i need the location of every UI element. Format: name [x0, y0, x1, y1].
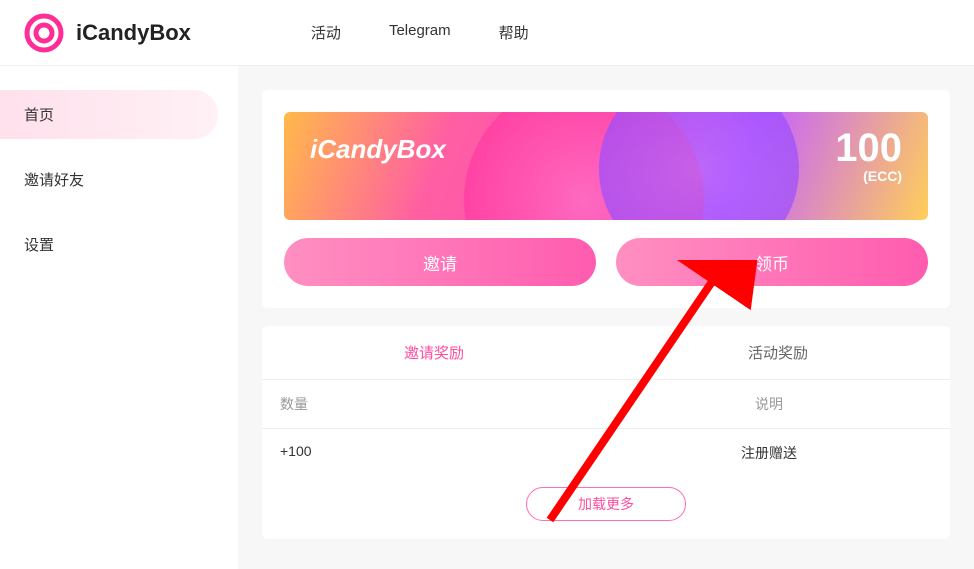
sidebar-item-label: 设置: [24, 237, 54, 254]
rewards-card: 邀请奖励 活动奖励 数量 说明 +100 注册赠送 加载更多: [262, 326, 950, 539]
sidebar-item-label: 邀请好友: [24, 172, 84, 189]
sidebar-item-settings[interactable]: 设置: [0, 220, 238, 269]
balance-card: iCandyBox 100 (ECC) 邀请 领币: [262, 90, 950, 308]
main-layout: 首页 邀请好友 设置 iCandyBox 100 (ECC) 邀请 领币: [0, 66, 974, 569]
sidebar-item-label: 首页: [24, 107, 54, 124]
top-header: iCandyBox 活动 Telegram 帮助: [0, 0, 974, 66]
col-quantity-header: 数量: [280, 394, 606, 414]
rewards-tabs: 邀请奖励 活动奖励: [262, 326, 950, 380]
content-area: iCandyBox 100 (ECC) 邀请 领币 邀请奖励 活动奖励 数量 说…: [238, 66, 974, 569]
sidebar: 首页 邀请好友 设置: [0, 66, 238, 569]
nav-activity[interactable]: 活动: [311, 22, 341, 43]
tab-invite-rewards[interactable]: 邀请奖励: [262, 326, 606, 379]
nav-telegram[interactable]: Telegram: [389, 22, 451, 43]
table-header-row: 数量 说明: [262, 380, 950, 429]
brand-name: iCandyBox: [76, 20, 191, 46]
tab-activity-rewards[interactable]: 活动奖励: [606, 326, 950, 379]
balance-banner: iCandyBox 100 (ECC): [284, 112, 928, 220]
sidebar-item-home[interactable]: 首页: [0, 90, 218, 139]
banner-balance: 100 (ECC): [835, 128, 902, 184]
load-more-button[interactable]: 加载更多: [526, 487, 686, 521]
table-row: +100 注册赠送: [262, 429, 950, 477]
banner-title: iCandyBox: [310, 134, 446, 165]
action-buttons: 邀请 领币: [284, 238, 928, 286]
brand[interactable]: iCandyBox: [24, 13, 191, 53]
rewards-table: 数量 说明 +100 注册赠送: [262, 380, 950, 477]
claim-button[interactable]: 领币: [616, 238, 928, 286]
cell-description: 注册赠送: [606, 443, 932, 463]
top-nav: 活动 Telegram 帮助: [311, 22, 529, 43]
col-description-header: 说明: [606, 394, 932, 414]
invite-button[interactable]: 邀请: [284, 238, 596, 286]
balance-amount: 100: [835, 128, 902, 168]
balance-currency: (ECC): [835, 168, 902, 184]
sidebar-item-invite[interactable]: 邀请好友: [0, 155, 238, 204]
nav-help[interactable]: 帮助: [499, 22, 529, 43]
cell-quantity: +100: [280, 443, 606, 463]
candy-swirl-icon: [24, 13, 64, 53]
